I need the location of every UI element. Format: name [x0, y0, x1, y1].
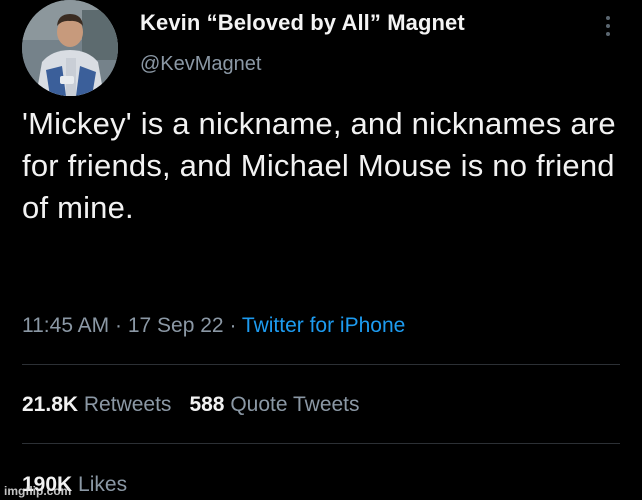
engagement-row: 21.8K Retweets 588 Quote Tweets	[22, 393, 378, 417]
more-vertical-icon[interactable]	[598, 12, 618, 42]
meta-separator: ·	[223, 314, 242, 337]
tweet-detail: Kevin “Beloved by All” Magnet @KevMagnet…	[0, 0, 642, 500]
divider	[22, 364, 620, 365]
quote-tweets-count: 588	[189, 393, 225, 416]
user-handle[interactable]: @KevMagnet	[140, 53, 261, 76]
meta-separator: ·	[109, 314, 128, 337]
watermark: imgflip.com	[4, 484, 72, 498]
tweet-time[interactable]: 11:45 AM	[22, 314, 109, 337]
tweet-meta: 11:45 AM · 17 Sep 22 · Twitter for iPhon…	[22, 314, 405, 338]
retweets-label: Retweets	[83, 393, 172, 416]
likes-label: Likes	[78, 473, 128, 496]
display-name[interactable]: Kevin “Beloved by All” Magnet	[140, 10, 465, 36]
tweet-source-link[interactable]: Twitter for iPhone	[242, 314, 405, 337]
retweets-count: 21.8K	[22, 393, 79, 416]
retweets-stat[interactable]: 21.8K Retweets	[22, 393, 171, 416]
tweet-text: 'Mickey' is a nickname, and nicknames ar…	[22, 106, 616, 225]
profile-photo-image	[22, 0, 118, 96]
quote-tweets-stat[interactable]: 588 Quote Tweets	[189, 393, 359, 416]
divider	[22, 443, 620, 444]
tweet-date[interactable]: 17 Sep 22	[128, 314, 224, 337]
quote-tweets-label: Quote Tweets	[230, 393, 360, 416]
avatar[interactable]	[22, 0, 118, 96]
